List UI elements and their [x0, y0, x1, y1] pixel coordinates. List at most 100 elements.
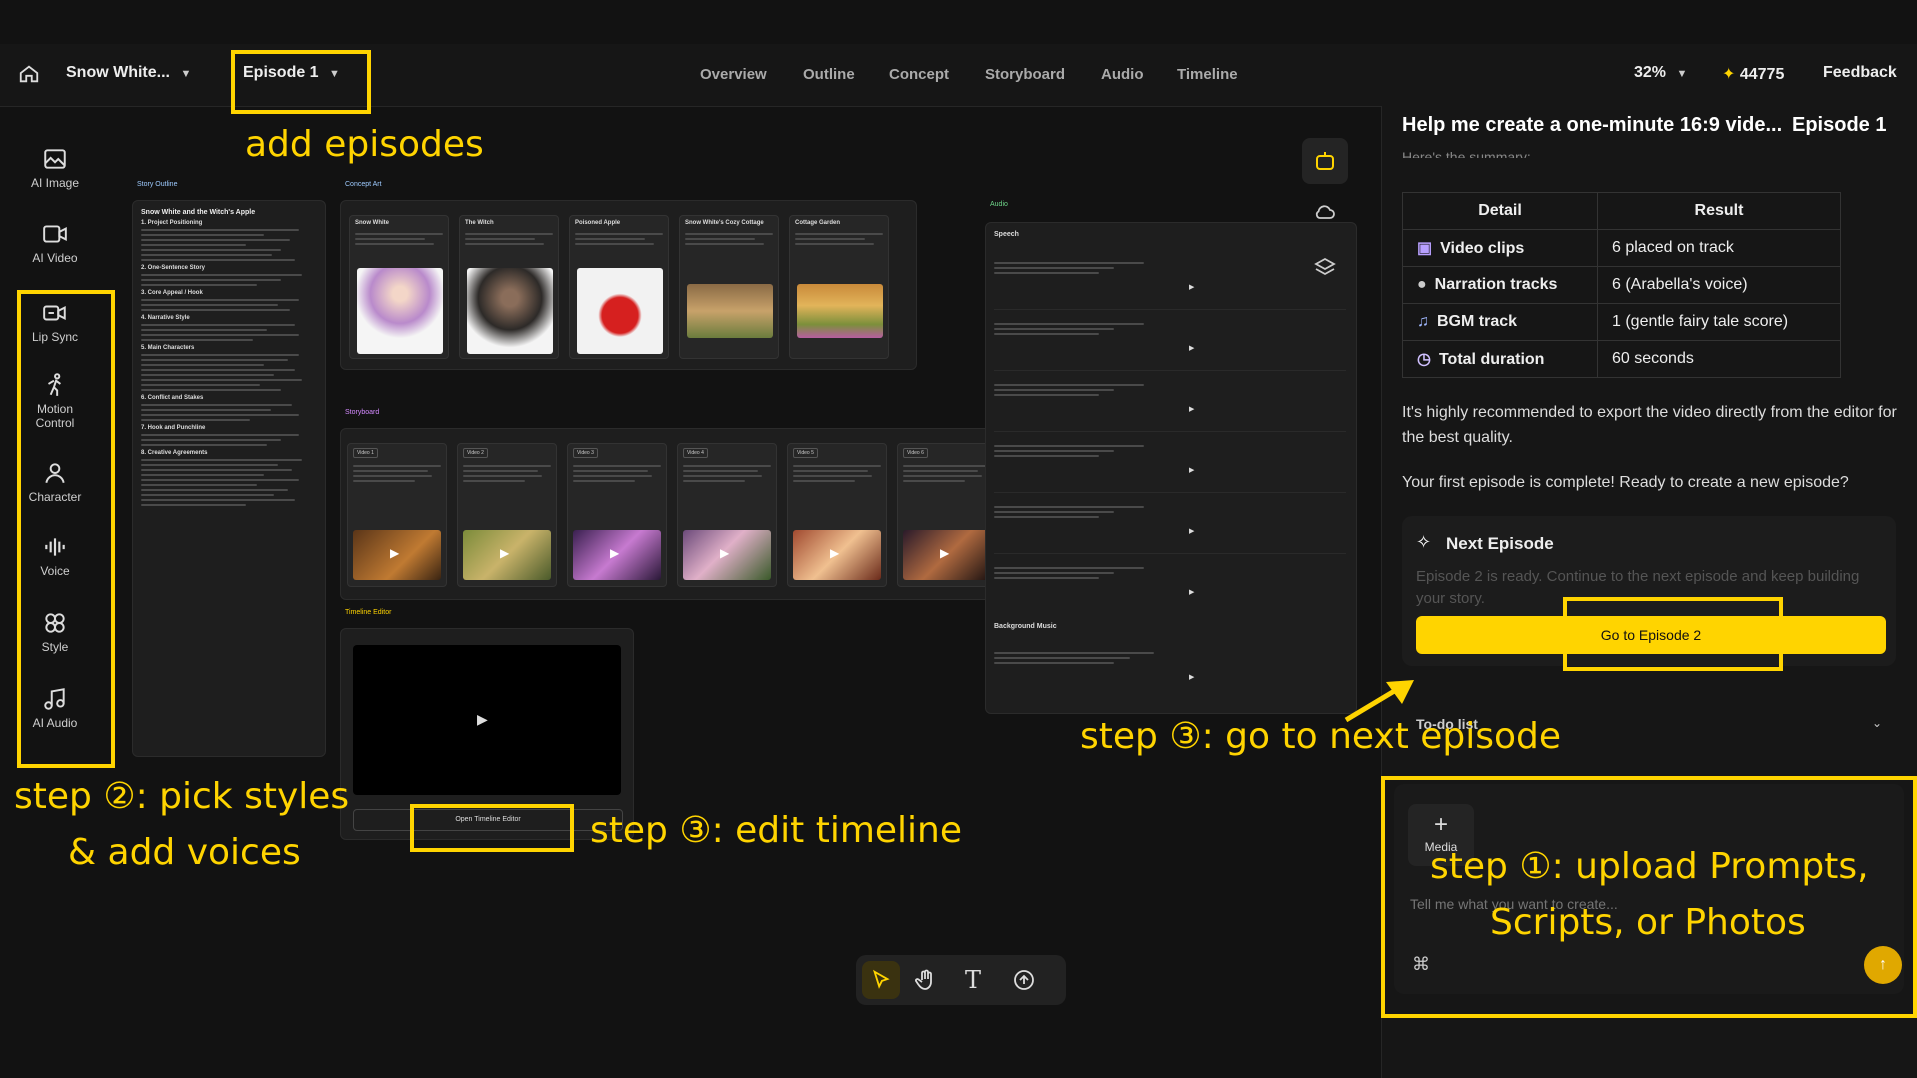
upload-tool-icon[interactable]	[1012, 968, 1036, 997]
nav-timeline[interactable]: Timeline	[1177, 66, 1238, 83]
table-header: Result	[1597, 192, 1841, 230]
speech-track[interactable]: ▶	[994, 249, 1346, 310]
annotation-step2-line2: & add voices	[68, 832, 301, 873]
concept-art-panel[interactable]: Concept Art Snow White The Witch Poisone…	[340, 181, 917, 370]
nav-overview[interactable]: Overview	[700, 66, 767, 83]
play-icon[interactable]: ▶	[830, 546, 839, 560]
zoom-selector[interactable]: 32% ▼	[1634, 64, 1687, 82]
outline-section: 7. Hook and Punchline	[141, 425, 206, 431]
panel-title: Story Outline	[137, 181, 178, 188]
nav-concept[interactable]: Concept	[889, 66, 949, 83]
concept-card[interactable]: Snow White's Cozy Cottage	[679, 215, 779, 359]
outline-section: 8. Creative Agreements	[141, 450, 208, 456]
nav-outline[interactable]: Outline	[803, 66, 855, 83]
storyboard-card[interactable]: Video 5 ▶	[787, 443, 887, 587]
rail-ai-image[interactable]: AI Image	[20, 146, 90, 190]
card-title: Video 2	[463, 448, 488, 458]
play-icon[interactable]: ▶	[610, 546, 619, 560]
speech-track[interactable]: ▶	[994, 554, 1346, 614]
card-title: Poisoned Apple	[575, 220, 621, 226]
text-tool-icon[interactable]: T	[965, 966, 981, 994]
result-cell: 6 (Arabella's voice)	[1597, 266, 1841, 304]
zoom-level: 32%	[1634, 64, 1667, 81]
speech-track[interactable]: ▶	[994, 432, 1346, 493]
panel-title: Audio	[990, 201, 1008, 208]
concept-card[interactable]: The Witch	[459, 215, 559, 359]
annotation-step3-timeline: step ③: edit timeline	[590, 810, 963, 851]
concept-image	[357, 268, 443, 354]
storyboard-card[interactable]: Video 3 ▶	[567, 443, 667, 587]
storyboard-card[interactable]: Video 2 ▶	[457, 443, 557, 587]
hand-tool-icon[interactable]	[914, 968, 938, 997]
rail-ai-video[interactable]: AI Video	[20, 221, 90, 265]
rail-label: AI Image	[30, 176, 80, 190]
speech-track[interactable]: ▶	[994, 371, 1346, 432]
play-icon[interactable]: ▶	[1189, 588, 1194, 596]
speech-track[interactable]: ▶	[994, 493, 1346, 554]
play-icon[interactable]: ▶	[1189, 283, 1194, 291]
credits-value: 44775	[1739, 66, 1785, 83]
result-cell: 6 placed on track	[1597, 229, 1841, 267]
robot-icon	[1316, 152, 1334, 170]
play-icon[interactable]: ▶	[1189, 344, 1194, 352]
detail-cell: BGM track	[1437, 313, 1518, 330]
nav-storyboard[interactable]: Storyboard	[985, 66, 1065, 83]
annotation-step2-line1: step ②: pick styles	[14, 776, 350, 817]
rail-label: AI Video	[32, 251, 78, 265]
next-episode-title: Next Episode	[1446, 534, 1554, 553]
narration-icon: ●	[1417, 276, 1427, 293]
credits-display[interactable]: ✦ 44775	[1722, 64, 1784, 84]
cloud-icon[interactable]	[1313, 200, 1337, 229]
nav-audio[interactable]: Audio	[1101, 66, 1144, 83]
storyboard-card[interactable]: Video 4 ▶	[677, 443, 777, 587]
home-icon[interactable]	[18, 63, 40, 90]
play-icon[interactable]: ▶	[940, 546, 949, 560]
select-tool[interactable]	[862, 961, 900, 999]
audio-panel[interactable]: Audio Speech ▶ ▶ ▶ ▶ ▶ ▶ Background Musi…	[985, 201, 1357, 714]
ai-video-icon	[43, 225, 67, 243]
annotation-box-rail	[17, 290, 115, 768]
concept-image	[687, 284, 773, 338]
complete-text: Your first episode is complete! Ready to…	[1402, 474, 1849, 491]
storyboard-panel[interactable]: Storyboard Video 1 ▶ Video 2 ▶ Video 3 ▶…	[340, 409, 1018, 600]
storyboard-card[interactable]: Video 6 ▶	[897, 443, 997, 587]
panel-title: Concept Art	[345, 181, 382, 188]
music-note-icon: ♫	[1417, 313, 1429, 330]
annotation-step1-line1: step ①: upload Prompts,	[1430, 846, 1869, 887]
play-icon[interactable]: ▶	[1189, 673, 1194, 681]
concept-card[interactable]: Snow White	[349, 215, 449, 359]
play-icon[interactable]: ▶	[477, 711, 488, 728]
feedback-button[interactable]: Feedback	[1823, 64, 1897, 82]
card-title: Video 1	[353, 448, 378, 458]
storyboard-card[interactable]: Video 1 ▶	[347, 443, 447, 587]
chevron-down-icon: ▼	[180, 68, 192, 80]
assistant-bot-button[interactable]	[1302, 138, 1348, 184]
play-icon[interactable]: ▶	[500, 546, 509, 560]
outline-section: 3. Core Appeal / Hook	[141, 290, 203, 296]
play-icon[interactable]: ▶	[720, 546, 729, 560]
play-icon[interactable]: ▶	[390, 546, 399, 560]
layers-icon[interactable]	[1313, 256, 1337, 285]
chat-title: Help me create a one-minute 16:9 vide...	[1402, 114, 1783, 136]
concept-card[interactable]: Cottage Garden	[789, 215, 889, 359]
concept-card[interactable]: Poisoned Apple	[569, 215, 669, 359]
table-row: ♫ BGM track 1 (gentle fairy tale score)	[1402, 303, 1841, 341]
bgm-track[interactable]: ▶	[994, 639, 1346, 699]
clock-icon: ◷	[1417, 351, 1431, 368]
outline-content: Snow White and the Witch's Apple 1. Proj…	[141, 209, 316, 509]
card-title: Video 5	[793, 448, 818, 458]
project-selector[interactable]: Snow White... ▼	[66, 64, 206, 82]
sparkle-icon: ✦	[1722, 66, 1736, 83]
story-outline-panel[interactable]: Story Outline Snow White and the Witch's…	[132, 181, 326, 757]
select-tool-icon	[873, 969, 890, 989]
speech-tracks: ▶ ▶ ▶ ▶ ▶ ▶	[994, 249, 1346, 614]
background-music-label: Background Music	[994, 623, 1057, 630]
play-icon[interactable]: ▶	[1189, 466, 1194, 474]
play-icon[interactable]: ▶	[1189, 405, 1194, 413]
table-row: ▣ Video clips 6 placed on track	[1402, 229, 1841, 267]
concept-image	[577, 268, 663, 354]
play-icon[interactable]: ▶	[1189, 527, 1194, 535]
chat-header: Help me create a one-minute 16:9 vide...…	[1402, 114, 1917, 146]
summary-table: Detail Result ▣ Video clips 6 placed on t…	[1402, 192, 1841, 378]
speech-track[interactable]: ▶	[994, 310, 1346, 371]
